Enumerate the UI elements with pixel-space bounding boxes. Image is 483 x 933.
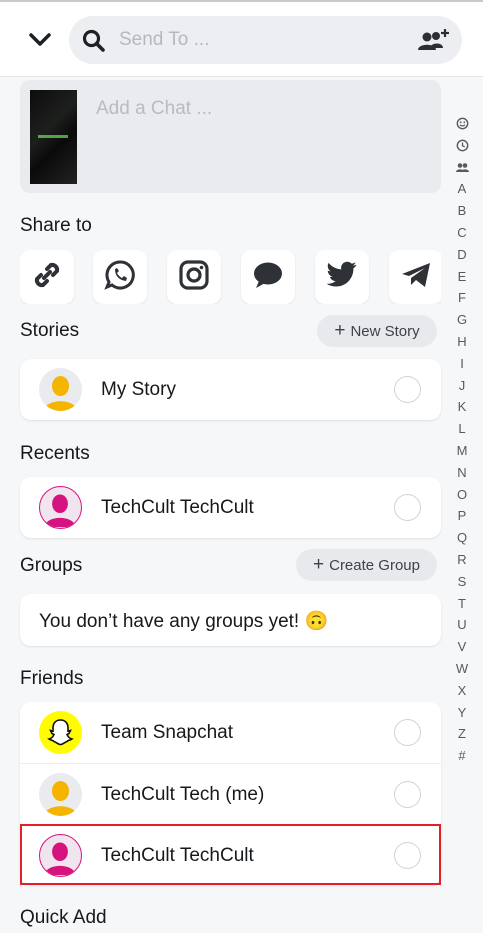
index-letter[interactable]: N <box>452 462 472 484</box>
messages-share-button[interactable] <box>241 250 295 304</box>
alphabet-index-scrubber[interactable]: A B C D E F G H I J K L M N O P Q R S T … <box>452 113 472 767</box>
list-item-techcult-tech-me[interactable]: TechCult Tech (me) <box>20 763 441 824</box>
bitmoji-avatar-yellow <box>39 368 82 411</box>
stories-heading: Stories <box>20 320 80 341</box>
index-letter[interactable]: T <box>452 593 472 615</box>
link-icon <box>30 258 64 297</box>
index-letter[interactable]: I <box>452 353 472 375</box>
index-letter[interactable]: B <box>452 200 472 222</box>
snap-preview-thumbnail <box>30 90 77 184</box>
search-placeholder: Send To ... <box>119 29 210 50</box>
index-letter[interactable]: G <box>452 309 472 331</box>
list-item-techcult-techcult-highlighted[interactable]: TechCult TechCult <box>20 824 441 885</box>
new-story-label: New Story <box>350 322 420 340</box>
create-group-label: Create Group <box>329 556 420 574</box>
index-letter[interactable]: A <box>452 178 472 200</box>
telegram-share-button[interactable] <box>389 250 441 304</box>
index-letter[interactable]: O <box>452 484 472 506</box>
index-letter[interactable]: R <box>452 549 472 571</box>
recents-heading: Recents <box>20 443 90 464</box>
add-chat-placeholder: Add a Chat ... <box>96 98 213 119</box>
friend-name: Team Snapchat <box>101 722 234 743</box>
list-item-recent-techcult[interactable]: TechCult TechCult <box>20 477 441 538</box>
add-chat-box[interactable]: Add a Chat ... <box>20 80 441 193</box>
copy-link-button[interactable] <box>20 250 74 304</box>
share-to-heading: Share to <box>20 215 92 236</box>
no-groups-message: You don’t have any groups yet! 🙃 <box>39 611 329 632</box>
index-letter[interactable]: W <box>452 658 472 680</box>
index-letter[interactable]: Q <box>452 527 472 549</box>
instagram-icon <box>177 258 211 297</box>
select-radio[interactable] <box>394 842 421 869</box>
recents-card: TechCult TechCult <box>20 477 441 538</box>
list-item-my-story[interactable]: My Story <box>20 359 441 420</box>
recent-name: TechCult TechCult <box>101 497 254 518</box>
bitmoji-avatar-yellow <box>39 773 82 816</box>
smiley-icon[interactable] <box>452 113 472 135</box>
index-letter[interactable]: Z <box>452 723 472 745</box>
chevron-down-icon[interactable] <box>24 26 56 54</box>
index-letter[interactable]: # <box>452 745 472 767</box>
friend-name: TechCult TechCult <box>101 845 254 866</box>
groups-heading: Groups <box>20 555 83 576</box>
clock-icon[interactable] <box>452 135 472 157</box>
index-letter[interactable]: D <box>452 244 472 266</box>
select-radio[interactable] <box>394 719 421 746</box>
whatsapp-icon <box>103 258 137 297</box>
index-letter[interactable]: F <box>452 287 472 309</box>
list-item-team-snapchat[interactable]: Team Snapchat <box>20 702 441 763</box>
twitter-share-button[interactable] <box>315 250 369 304</box>
search-icon <box>81 28 107 54</box>
index-letter[interactable]: U <box>452 614 472 636</box>
bitmoji-avatar-pink <box>39 486 82 529</box>
plus-icon: + <box>313 554 325 575</box>
select-radio[interactable] <box>394 376 421 403</box>
friends-heading: Friends <box>20 668 84 689</box>
message-bubble-icon <box>251 258 285 297</box>
index-letter[interactable]: P <box>452 505 472 527</box>
share-apps-row <box>20 250 441 304</box>
groups-empty-card: You don’t have any groups yet! 🙃 <box>20 594 441 646</box>
index-letter[interactable]: L <box>452 418 472 440</box>
snapchat-ghost-icon <box>39 711 82 754</box>
index-letter[interactable]: H <box>452 331 472 353</box>
new-story-button[interactable]: + New Story <box>317 315 437 347</box>
top-bar: Send To ... <box>0 0 483 77</box>
send-to-search-bar[interactable]: Send To ... <box>69 16 462 64</box>
create-group-button[interactable]: + Create Group <box>296 549 437 581</box>
bitmoji-avatar-pink <box>39 834 82 877</box>
select-radio[interactable] <box>394 494 421 521</box>
telegram-icon <box>399 258 433 297</box>
stories-card: My Story <box>20 359 441 420</box>
friend-name: TechCult Tech (me) <box>101 784 265 805</box>
story-name: My Story <box>101 379 176 400</box>
whatsapp-share-button[interactable] <box>93 250 147 304</box>
index-letter[interactable]: J <box>452 375 472 397</box>
select-radio[interactable] <box>394 781 421 808</box>
instagram-share-button[interactable] <box>167 250 221 304</box>
plus-icon: + <box>334 320 346 341</box>
quick-add-heading: Quick Add <box>20 907 107 928</box>
add-friend-icon[interactable] <box>416 26 452 54</box>
index-letter[interactable]: S <box>452 571 472 593</box>
index-letter[interactable]: V <box>452 636 472 658</box>
group-icon[interactable] <box>452 157 472 179</box>
index-letter[interactable]: Y <box>452 702 472 724</box>
index-letter[interactable]: C <box>452 222 472 244</box>
index-letter[interactable]: K <box>452 396 472 418</box>
index-letter[interactable]: M <box>452 440 472 462</box>
index-letter[interactable]: E <box>452 266 472 288</box>
twitter-icon <box>325 258 359 297</box>
index-letter[interactable]: X <box>452 680 472 702</box>
friends-card: Team Snapchat TechCult Tech (me) TechCul… <box>20 702 441 885</box>
